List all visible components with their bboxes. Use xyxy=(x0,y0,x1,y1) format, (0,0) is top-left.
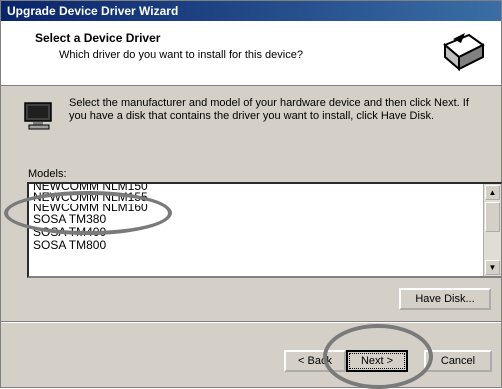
upgrade-device-driver-wizard: Upgrade Device Driver Wizard Select a De… xyxy=(0,0,502,389)
models-scrollbar[interactable]: ▲ ▼ xyxy=(483,184,501,276)
page-subtitle: Which driver do you want to install for … xyxy=(59,49,303,61)
page-title: Select a Device Driver xyxy=(35,31,161,45)
list-item[interactable]: SOSA TM400 xyxy=(33,226,479,239)
next-button-label: Next > xyxy=(349,353,405,369)
models-listbox[interactable]: NEWCOMM NLM150 NEWCOMM NLM155 NEWCOMM NL… xyxy=(27,182,502,278)
cancel-button[interactable]: Cancel xyxy=(424,350,492,372)
list-item[interactable]: NEWCOMM NLM150 xyxy=(33,184,479,191)
instruction-text: Select the manufacturer and model of you… xyxy=(69,97,469,122)
back-button[interactable]: < Back xyxy=(284,350,346,372)
scroll-down-arrow-icon[interactable]: ▼ xyxy=(485,260,500,275)
models-list: NEWCOMM NLM150 NEWCOMM NLM155 NEWCOMM NL… xyxy=(33,184,479,252)
list-item[interactable]: SOSA TM380 xyxy=(33,213,479,226)
have-disk-button[interactable]: Have Disk... xyxy=(399,288,491,310)
divider xyxy=(1,321,501,323)
window-title: Upgrade Device Driver Wizard xyxy=(7,4,179,18)
list-item[interactable]: NEWCOMM NLM160 xyxy=(33,204,479,213)
hardware-wizard-icon xyxy=(443,33,485,72)
models-label: Models: xyxy=(28,168,67,180)
list-item[interactable]: SOSA TM800 xyxy=(33,239,479,252)
window-title-bar: Upgrade Device Driver Wizard xyxy=(1,1,501,21)
computer-monitor-icon xyxy=(24,102,52,130)
list-item-selected[interactable]: NEWCOMM NLM155 xyxy=(33,191,479,204)
wizard-header: Select a Device Driver Which driver do y… xyxy=(1,21,501,86)
scroll-up-arrow-icon[interactable]: ▲ xyxy=(485,185,500,200)
next-button[interactable]: Next > xyxy=(346,350,408,372)
scrollbar-thumb[interactable] xyxy=(485,202,500,232)
